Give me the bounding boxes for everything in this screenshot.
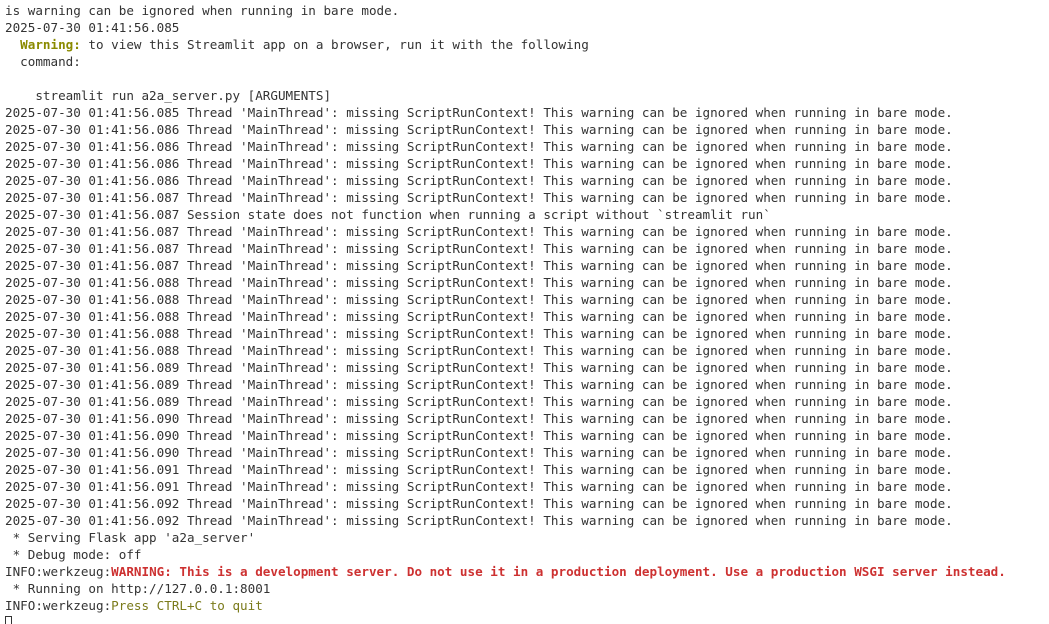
streamlit-command: streamlit run a2a_server.py [ARGUMENTS] <box>5 88 332 103</box>
cursor-line <box>5 614 1049 624</box>
log-line: 2025-07-30 01:41:56.088 Thread 'MainThre… <box>5 343 953 358</box>
log-block-a: 2025-07-30 01:41:56.085 Thread 'MainThre… <box>5 104 1049 206</box>
dev-server-warning: WARNING: This is a development server. D… <box>111 564 1006 579</box>
info-prefix: INFO:werkzeug: <box>5 564 112 579</box>
log-line: 2025-07-30 01:41:56.089 Thread 'MainThre… <box>5 360 953 375</box>
log-line: 2025-07-30 01:41:56.088 Thread 'MainThre… <box>5 309 953 324</box>
warning-label: Warning: <box>20 37 81 52</box>
log-line: 2025-07-30 01:41:56.092 Thread 'MainThre… <box>5 513 953 528</box>
quit-hint: Press CTRL+C to quit <box>111 598 263 613</box>
log-line: 2025-07-30 01:41:56.090 Thread 'MainThre… <box>5 428 953 443</box>
log-line: 2025-07-30 01:41:56.086 Thread 'MainThre… <box>5 173 953 188</box>
quit-hint-line: INFO:werkzeug:Press CTRL+C to quit <box>5 597 1049 614</box>
log-line: 2025-07-30 01:41:56.086 Thread 'MainThre… <box>5 156 953 171</box>
log-line: is warning can be ignored when running i… <box>5 3 400 18</box>
warning-continuation: command: <box>5 54 81 69</box>
log-line: 2025-07-30 01:41:56.087 Thread 'MainThre… <box>5 258 953 273</box>
log-line: 2025-07-30 01:41:56.088 Thread 'MainThre… <box>5 326 953 341</box>
log-line: 2025-07-30 01:41:56.087 Thread 'MainThre… <box>5 241 953 256</box>
log-block-b: 2025-07-30 01:41:56.087 Thread 'MainThre… <box>5 223 1049 529</box>
terminal-output[interactable]: is warning can be ignored when running i… <box>0 0 1049 624</box>
log-line: 2025-07-30 01:41:56.090 Thread 'MainThre… <box>5 411 953 426</box>
flask-serving-line: * Serving Flask app 'a2a_server' <box>5 530 256 545</box>
session-state-line: 2025-07-30 01:41:56.087 Session state do… <box>5 207 771 222</box>
log-line: 2025-07-30 01:41:56.087 Thread 'MainThre… <box>5 190 953 205</box>
log-line: 2025-07-30 01:41:56.091 Thread 'MainThre… <box>5 462 953 477</box>
log-line: 2025-07-30 01:41:56.086 Thread 'MainThre… <box>5 122 953 137</box>
flask-debug-line: * Debug mode: off <box>5 547 142 562</box>
log-line: 2025-07-30 01:41:56.089 Thread 'MainThre… <box>5 394 953 409</box>
log-line: 2025-07-30 01:41:56.086 Thread 'MainThre… <box>5 139 953 154</box>
terminal-cursor[interactable] <box>5 616 12 624</box>
info-prefix: INFO:werkzeug: <box>5 598 112 613</box>
log-line: 2025-07-30 01:41:56.087 Thread 'MainThre… <box>5 224 953 239</box>
log-line: 2025-07-30 01:41:56.088 Thread 'MainThre… <box>5 292 953 307</box>
log-line: 2025-07-30 01:41:56.085 Thread 'MainThre… <box>5 105 953 120</box>
warning-text: to view this Streamlit app on a browser,… <box>80 37 589 52</box>
log-line: 2025-07-30 01:41:56.090 Thread 'MainThre… <box>5 445 953 460</box>
running-on-line: * Running on http://127.0.0.1:8001 <box>5 581 271 596</box>
log-line: 2025-07-30 01:41:56.089 Thread 'MainThre… <box>5 377 953 392</box>
streamlit-warning-line: Warning: to view this Streamlit app on a… <box>5 36 1049 53</box>
log-line: 2025-07-30 01:41:56.085 <box>5 20 180 35</box>
log-line: 2025-07-30 01:41:56.091 Thread 'MainThre… <box>5 479 953 494</box>
dev-server-warning-line: INFO:werkzeug:WARNING: This is a develop… <box>5 563 1049 580</box>
log-line: 2025-07-30 01:41:56.092 Thread 'MainThre… <box>5 496 953 511</box>
log-line: 2025-07-30 01:41:56.088 Thread 'MainThre… <box>5 275 953 290</box>
